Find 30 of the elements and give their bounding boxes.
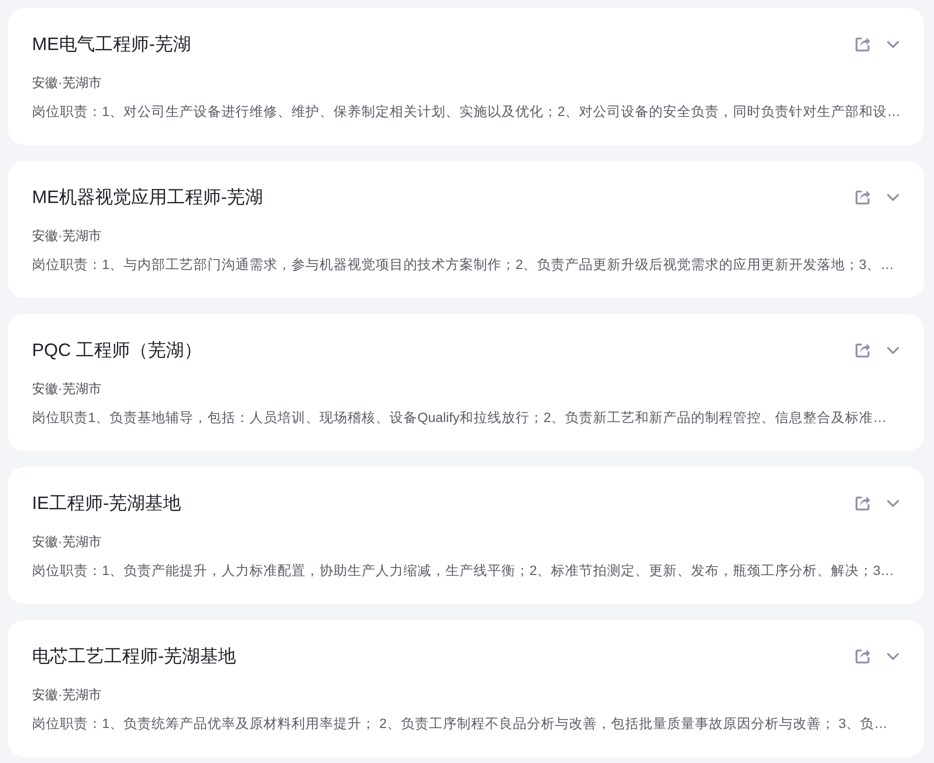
job-description: 岗位职责：1、负责产能提升，人力标准配置，协助生产人力缩减，生产线平衡；2、标准节拍测定、更新、发布，瓶颈工序分析、解决；3… (32, 562, 896, 580)
job-location: 安徽·芜湖市 (32, 380, 102, 398)
chevron-down-icon[interactable] (887, 346, 899, 354)
share-icon[interactable] (855, 496, 870, 510)
job-title: PQC 工程师（芜湖） (32, 339, 202, 362)
job-title: ME电气工程师-芜湖 (32, 33, 191, 56)
job-title: 电芯工艺工程师-芜湖基地 (32, 645, 236, 668)
share-icon[interactable] (855, 36, 870, 52)
job-description: 岗位职责：1、对公司生产设备进行维修、维护、保养制定相关计划、实施以及优化；2、对公司设备的安全负责，同时负责针对生产部和设… (32, 103, 899, 121)
job-description: 岗位职责：1、与内部工艺部门沟通需求，参与机器视觉项目的技术方案制作；2、负责产品更新升级后视觉需求的应用更新开发落地；3、… (32, 256, 896, 274)
share-icon[interactable] (855, 648, 870, 664)
job-description: 岗位职责：1、负责统筹产品优率及原材料利用率提升； 2、负责工序制程不良品分析与改善，包括批量质量事故原因分析与改善； 3、负… (32, 715, 889, 733)
chevron-down-icon[interactable] (887, 194, 899, 200)
job-description: 岗位职责1、负责基地辅导，包括：人员培训、现场稽核、设备Qualify和拉线放行；2、负责新工艺和新产品的制程管控、信息整合及标准… (32, 409, 888, 427)
job-card[interactable]: 电芯工艺工程师-芜湖基地 安徽·芜湖市 岗位职责：1、负责统筹产品优率及原材料利用率提升； 2、负责工序制程不良品分析与改善，包括批量质量事故原因分析与改善； 3、负… (8, 620, 924, 757)
chevron-down-icon[interactable] (887, 652, 899, 660)
job-location: 安徽·芜湖市 (32, 533, 102, 551)
job-card[interactable]: PQC 工程师（芜湖） 安徽·芜湖市 岗位职责1、负责基地辅导，包括：人员培训、现场稽核、设备Qualify和拉线放行；2、负责新工艺和新产品的制程管控、信息整合及标准… (8, 314, 924, 451)
job-title: IE工程师-芜湖基地 (32, 492, 182, 515)
chevron-down-icon[interactable] (887, 40, 899, 48)
job-card[interactable]: IE工程师-芜湖基地 安徽·芜湖市 岗位职责：1、负责产能提升，人力标准配置，协助生产人力缩减，生产线平衡；2、标准节拍测定、更新、发布，瓶颈工序分析、解决；3… (8, 467, 924, 604)
share-icon[interactable] (855, 190, 870, 204)
job-card[interactable]: ME机器视觉应用工程师-芜湖 安徽·芜湖市 岗位职责：1、与内部工艺部门沟通需求，参与机器视觉项目的技术方案制作；2、负责产品更新升级后视觉需求的应用更新开发落地；3、… (8, 161, 924, 298)
job-card[interactable]: ME电气工程师-芜湖 安徽·芜湖市 岗位职责：1、对公司生产设备进行维修、维护、保养制定相关计划、实施以及优化；2、对公司设备的安全负责，同时负责针对生产部和设… (8, 8, 924, 145)
share-icon[interactable] (855, 342, 870, 358)
job-location: 安徽·芜湖市 (32, 686, 102, 704)
chevron-down-icon[interactable] (887, 500, 899, 506)
job-location: 安徽·芜湖市 (32, 227, 102, 245)
job-title: ME机器视觉应用工程师-芜湖 (32, 186, 263, 209)
job-location: 安徽·芜湖市 (32, 74, 102, 92)
